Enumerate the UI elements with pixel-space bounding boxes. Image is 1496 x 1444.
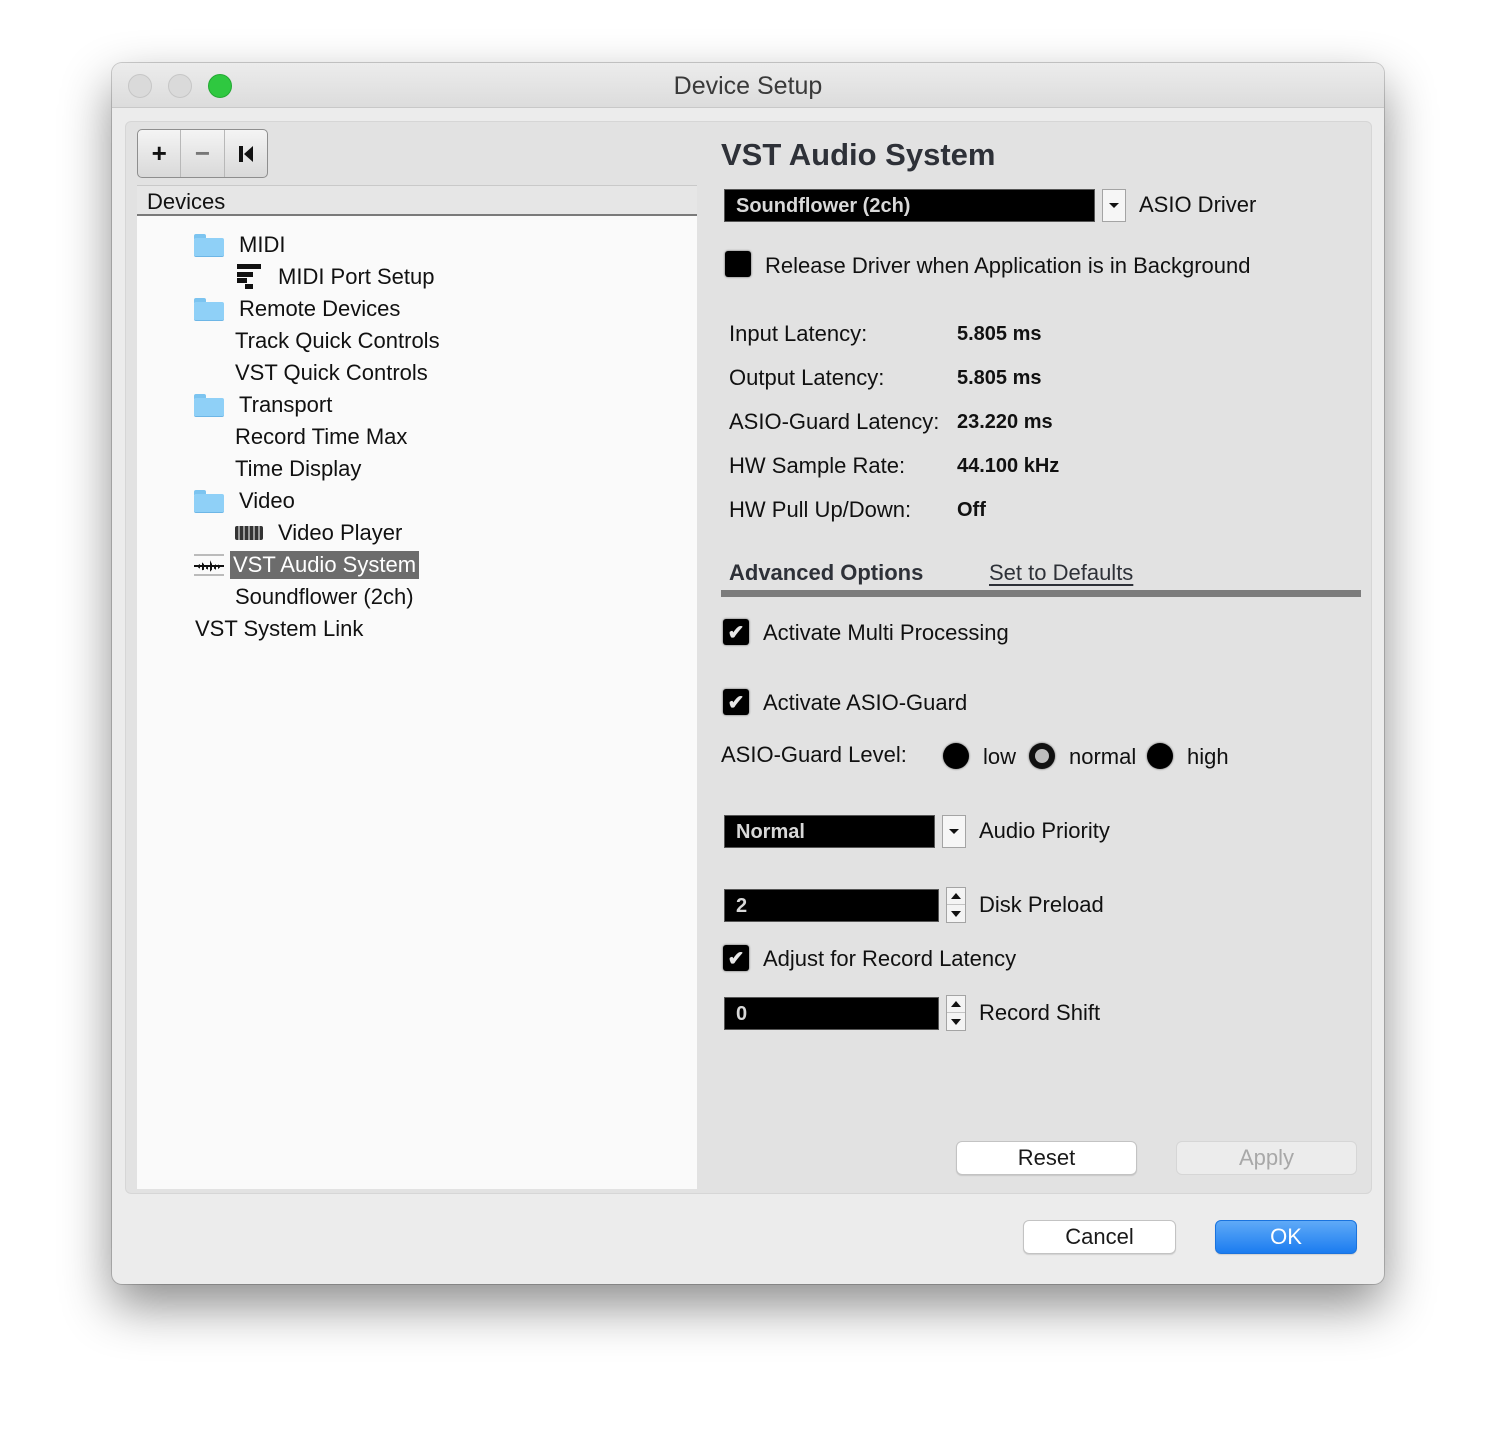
tree-item-midi[interactable]: MIDI [194, 230, 288, 260]
release-driver-label: Release Driver when Application is in Ba… [765, 253, 1251, 278]
tree-item-label: Remote Devices [239, 296, 401, 321]
asio-guard-checkbox[interactable]: ✔ [723, 689, 749, 715]
audio-priority-select[interactable]: Normal [724, 815, 935, 848]
tree-item-label: VST Audio System [230, 551, 420, 579]
tree-item-vst-audio-system[interactable]: VST Audio System [194, 550, 420, 580]
folder-icon [194, 394, 224, 417]
record-latency-label: Adjust for Record Latency [763, 946, 1017, 971]
apply-button[interactable]: Apply [1176, 1141, 1357, 1175]
plus-icon: + [151, 138, 167, 168]
audio-waveform-icon [194, 554, 224, 576]
record-latency-checkbox[interactable]: ✔ [723, 945, 749, 971]
reset-icon [238, 145, 253, 162]
hw-pull-value: Off [957, 499, 986, 521]
tree-item-track-quick-controls[interactable]: Track Quick Controls [232, 326, 443, 356]
tree-item-label: MIDI [239, 232, 286, 257]
content-panel: + − Devices MIDI MIDI Port Setup Remote … [125, 121, 1372, 1194]
output-latency-label: Output Latency: [729, 365, 885, 390]
set-to-defaults-link[interactable]: Set to Defaults [989, 560, 1133, 586]
midi-port-icon [235, 264, 263, 290]
asio-guard-latency-value: 23.220 ms [957, 411, 1053, 433]
stepper-down-icon[interactable] [947, 905, 965, 922]
asio-driver-dropdown-arrow[interactable] [1102, 189, 1126, 222]
asio-driver-label: ASIO Driver [1139, 192, 1257, 217]
asio-guard-normal-label: normal [1069, 744, 1137, 769]
device-settings-pane: VST Audio System Soundflower (2ch) ASIO … [709, 122, 1369, 1193]
asio-guard-low-radio[interactable] [943, 743, 969, 769]
tree-item-label: Transport [239, 392, 333, 417]
tab-advanced-options[interactable]: Advanced Options [729, 560, 923, 586]
disk-preload-input[interactable]: 2 [724, 889, 939, 922]
asio-guard-label: Activate ASIO-Guard [763, 690, 968, 715]
devices-tree: MIDI MIDI Port Setup Remote Devices Trac… [137, 216, 697, 1189]
disk-preload-label: Disk Preload [979, 892, 1104, 917]
tree-item-label: Soundflower (2ch) [235, 584, 414, 609]
stepper-up-icon[interactable] [947, 996, 965, 1013]
asio-guard-level-label: ASIO-Guard Level: [721, 742, 907, 767]
check-icon: ✔ [727, 691, 745, 714]
multi-processing-label: Activate Multi Processing [763, 620, 1009, 645]
audio-priority-dropdown-arrow[interactable] [942, 815, 966, 848]
devices-column-header: Devices [137, 185, 697, 216]
disk-preload-stepper[interactable] [946, 887, 966, 923]
asio-guard-latency-label: ASIO-Guard Latency: [729, 409, 940, 434]
cancel-button[interactable]: Cancel [1023, 1220, 1176, 1254]
stepper-up-icon[interactable] [947, 888, 965, 905]
record-shift-label: Record Shift [979, 1000, 1101, 1025]
page-title: VST Audio System [721, 137, 996, 172]
check-icon: ✔ [727, 947, 745, 970]
tree-item-label: Track Quick Controls [235, 328, 440, 353]
folder-icon [194, 298, 224, 321]
title-bar: Device Setup [112, 63, 1384, 108]
tree-item-label: Time Display [235, 456, 362, 481]
tree-item-label: MIDI Port Setup [278, 264, 435, 289]
tree-item-soundflower[interactable]: Soundflower (2ch) [232, 582, 417, 612]
check-icon: ✔ [727, 621, 745, 644]
tree-item-remote-devices[interactable]: Remote Devices [194, 294, 403, 324]
minus-icon: − [194, 138, 211, 168]
tree-item-transport[interactable]: Transport [194, 390, 335, 420]
window-title: Device Setup [673, 72, 823, 100]
folder-icon [194, 490, 224, 513]
release-driver-checkbox[interactable] [725, 251, 751, 277]
remove-device-button[interactable]: − [181, 130, 225, 177]
stepper-down-icon[interactable] [947, 1013, 965, 1030]
reset-button[interactable]: Reset [956, 1141, 1137, 1175]
tree-item-video-player[interactable]: Video Player [235, 518, 405, 548]
tree-item-label: Video Player [278, 520, 403, 545]
audio-priority-label: Audio Priority [979, 818, 1110, 843]
tree-item-label: Record Time Max [235, 424, 408, 449]
folder-icon [194, 234, 224, 257]
asio-guard-high-radio[interactable] [1147, 743, 1173, 769]
tree-item-label: VST Quick Controls [235, 360, 428, 385]
ok-button[interactable]: OK [1215, 1220, 1357, 1254]
devices-toolbar: + − [137, 129, 268, 178]
hw-sample-rate-label: HW Sample Rate: [729, 453, 906, 478]
video-player-icon [235, 526, 263, 540]
device-setup-window: Device Setup + − Devices MIDI MIDI Port … [112, 63, 1384, 1284]
tree-item-label: VST System Link [195, 616, 364, 641]
hw-sample-rate-value: 44.100 kHz [957, 455, 1060, 477]
multi-processing-checkbox[interactable]: ✔ [723, 619, 749, 645]
tree-item-time-display[interactable]: Time Display [232, 454, 364, 484]
tree-item-midi-port-setup[interactable]: MIDI Port Setup [235, 262, 438, 292]
section-divider [721, 590, 1361, 597]
output-latency-value: 5.805 ms [957, 367, 1042, 389]
reset-device-button[interactable] [225, 130, 267, 177]
add-device-button[interactable]: + [138, 130, 182, 177]
asio-guard-normal-radio[interactable] [1029, 743, 1055, 769]
asio-driver-select[interactable]: Soundflower (2ch) [724, 189, 1095, 222]
hw-pull-label: HW Pull Up/Down: [729, 497, 912, 522]
tree-item-vst-quick-controls[interactable]: VST Quick Controls [232, 358, 431, 388]
tree-item-label: Video [239, 488, 295, 513]
asio-guard-low-label: low [983, 744, 1017, 769]
tree-item-record-time-max[interactable]: Record Time Max [232, 422, 410, 452]
input-latency-value: 5.805 ms [957, 323, 1042, 345]
tree-item-vst-system-link[interactable]: VST System Link [192, 614, 366, 644]
record-shift-input[interactable]: 0 [724, 997, 939, 1030]
input-latency-label: Input Latency: [729, 321, 868, 346]
tree-item-video[interactable]: Video [194, 486, 298, 516]
asio-guard-high-label: high [1187, 744, 1229, 769]
record-shift-stepper[interactable] [946, 995, 966, 1031]
